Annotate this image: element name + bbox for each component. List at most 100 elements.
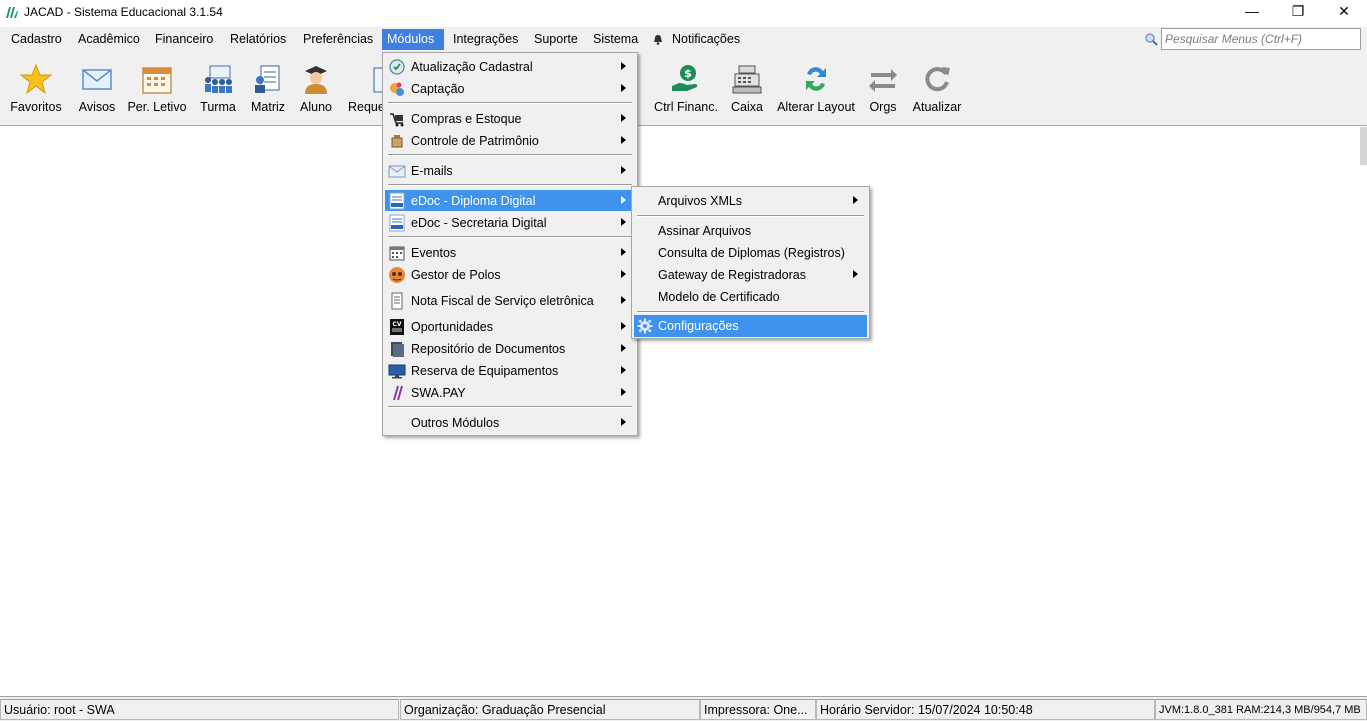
submenu-arrow-icon [621,218,626,226]
toolbar-alterar-layout-button[interactable]: Alterar Layout [776,52,856,124]
menu-cadastro[interactable]: Cadastro [6,29,67,50]
menu-item-outros-modulos[interactable]: Outros Módulos [385,412,635,433]
status-impressora: Impressora: One... [700,699,816,720]
submenu-item-label: Gateway de Registradoras [658,268,806,282]
toolbar-caixa-button[interactable]: Caixa [726,52,768,124]
menu-academico[interactable]: Acadêmico [73,29,145,50]
menu-preferencias[interactable]: Preferências [298,29,378,50]
menu-separator [388,406,632,408]
menu-item-swa-pay[interactable]: SWA.PAY [385,382,635,403]
submenu-arrow-icon [621,344,626,352]
menu-item-emails[interactable]: E-mails [385,160,635,181]
submenu-item-label: Modelo de Certificado [658,290,780,304]
toolbar-label: Favoritos [10,100,62,114]
menu-item-repositorio-documentos[interactable]: Repositório de Documentos [385,338,635,359]
curriculum-icon [255,65,280,93]
toolbar-matriz-button[interactable]: Matriz [246,52,290,124]
menu-item-oportunidades[interactable]: CV Oportunidades [385,316,635,337]
menu-separator [388,184,632,186]
menu-item-reserva-equipamentos[interactable]: Reserva de Equipamentos [385,360,635,381]
menu-item-captacao[interactable]: Captação [385,78,635,99]
status-organizacao: Organização: Graduação Presencial [400,699,700,720]
menu-item-atualizacao-cadastral[interactable]: Atualização Cadastral [385,56,635,77]
submenu-arrow-icon [853,196,858,204]
submenu-arrow-icon [621,270,626,278]
toolbar-turma-button[interactable]: Turma [196,52,240,124]
toolbar-avisos-button[interactable]: Avisos [74,52,120,124]
submenu-item-modelo-certificado[interactable]: Modelo de Certificado [634,286,867,308]
menu-item-nota-fiscal[interactable]: Nota Fiscal de Serviço eletrônica [385,290,635,311]
status-bar: Usuário: root - SWA Organização: Graduaç… [0,696,1367,721]
star-icon [19,63,53,95]
menu-integracoes[interactable]: Integrações [448,29,523,50]
content-scrollbar[interactable] [1360,127,1367,165]
restore-button[interactable]: ❐ [1275,0,1321,22]
menu-item-compras-estoque[interactable]: Compras e Estoque [385,108,635,129]
menu-modulos[interactable]: Módulos [382,29,444,50]
menu-item-label: Eventos [411,245,457,260]
menu-sistema[interactable]: Sistema [588,29,643,50]
toolbar-label: Matriz [250,100,286,114]
menu-item-controle-patrimonio[interactable]: Controle de Patrimônio [385,130,635,151]
submenu-item-consulta-diplomas[interactable]: Consulta de Diplomas (Registros) [634,242,867,264]
toolbar-atualizar-button[interactable]: Atualizar [910,52,964,124]
toolbar-ctrl-financ-button[interactable]: $ Ctrl Financ. [652,52,720,124]
submenu-item-label: Configurações [658,319,739,333]
gear-icon [637,318,653,334]
toolbar-requerimento-button[interactable]: Reque [344,52,395,124]
toolbar-label: Caixa [731,100,763,114]
submenu-arrow-icon [621,166,626,174]
submenu-item-arquivos-xmls[interactable]: Arquivos XMLs [634,190,867,212]
close-window-button[interactable]: ✕ [1321,0,1367,22]
menu-item-edoc-diploma-digital[interactable]: eDoc - Diploma Digital [385,190,635,211]
window-title: JACAD - Sistema Educacional 3.1.54 [24,5,223,19]
menu-separator [637,311,864,313]
toolbar-label: Turma [200,100,236,114]
minimize-button[interactable]: — [1229,0,1275,22]
menu-item-label: eDoc - Diploma Digital [411,193,536,208]
money-hand-icon: $ [672,65,698,91]
submenu-arrow-icon [621,296,626,304]
close-icon: ✕ [1338,2,1350,19]
submenu-item-assinar-arquivos[interactable]: Assinar Arquivos [634,220,867,242]
status-usuario: Usuário: root - SWA [0,699,399,720]
toolbar-favoritos-button[interactable]: Favoritos [6,52,66,124]
menu-suporte[interactable]: Suporte [529,29,583,50]
submenu-arrow-icon [621,196,626,204]
toolbar-label: Avisos [78,100,116,114]
menu-item-label: Oportunidades [411,319,494,334]
status-horario-servidor: Horário Servidor: 15/07/2024 10:50:48 [816,699,1155,720]
invoice-icon [391,292,403,309]
edoc-diploma-icon [389,192,405,209]
toolbar-aluno-button[interactable]: Aluno [296,52,336,124]
menu-item-eventos[interactable]: Eventos [385,242,635,263]
menu-item-gestor-polos[interactable]: Gestor de Polos [385,264,635,285]
menu-item-label: SWA.PAY [411,385,466,400]
toolbar-label: Orgs [869,100,897,114]
menu-item-label: eDoc - Secretaria Digital [411,215,547,230]
submenu-item-configuracoes[interactable]: Configurações [634,315,867,337]
menu-financeiro[interactable]: Financeiro [150,29,218,50]
swapay-icon [393,385,403,400]
menu-search-input[interactable]: Pesquisar Menus (Ctrl+F) [1161,28,1361,50]
toolbar-per-letivo-button[interactable]: Per. Letivo [126,52,188,124]
search-icon [1145,33,1158,46]
capture-icon [390,82,404,96]
toolbar-orgs-button[interactable]: Orgs [864,52,902,124]
submenu-arrow-icon [621,388,626,396]
submenu-item-gateway-registradoras[interactable]: Gateway de Registradoras [634,264,867,286]
svg-text:CV: CV [392,321,401,328]
class-group-icon [205,65,232,93]
student-icon [305,66,327,94]
menu-item-edoc-secretaria-digital[interactable]: eDoc - Secretaria Digital [385,212,635,233]
monitor-icon [388,364,406,378]
menu-relatorios[interactable]: Relatórios [225,29,291,50]
menu-item-label: Controle de Patrimônio [411,133,539,148]
orgs-arrows-icon [869,69,897,92]
minimize-icon: — [1245,3,1259,19]
submenu-item-label: Consulta de Diplomas (Registros) [658,246,845,260]
submenu-arrow-icon [621,114,626,122]
toolbar-label: Reque [348,100,385,114]
menu-item-label: Captação [411,81,465,96]
menu-notificacoes[interactable]: Notificações [667,29,745,50]
